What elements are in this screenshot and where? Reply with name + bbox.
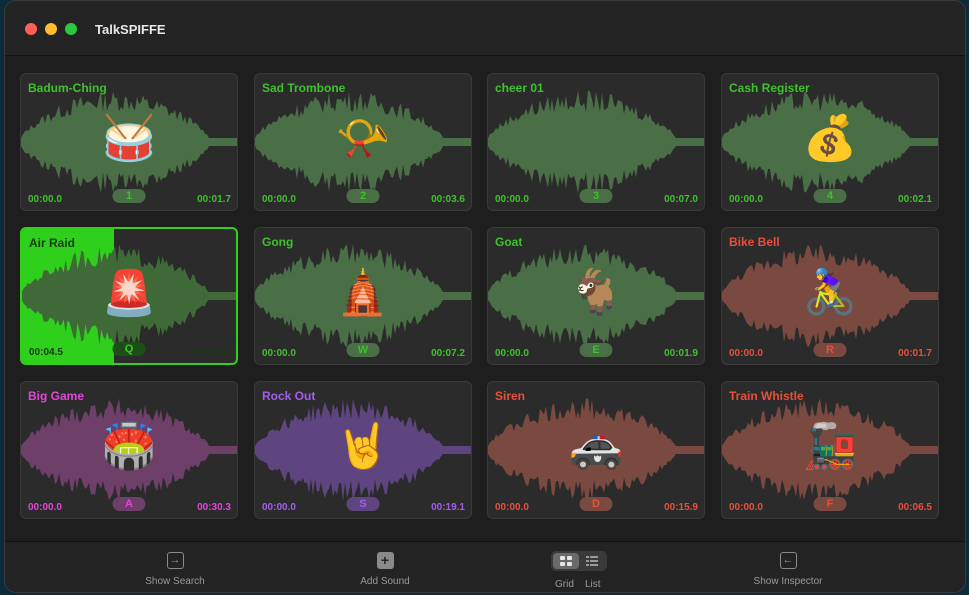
hotkey-badge: E [579,343,613,357]
sound-name: Cash Register [729,81,810,95]
cyclist-icon: 🚴‍♀️ [802,268,858,317]
hotkey-badge: 1 [112,189,146,203]
view-mode-segmented-control [551,551,607,571]
drum-icon: 🥁 [101,114,157,163]
show-search-label: Show Search [145,576,205,587]
sound-name: Badum-Ching [28,81,107,95]
horn-icon: 📯 [335,114,391,163]
title-bar: TalkSPIFFE [5,1,965,56]
duration: 00:02.1 [898,194,932,205]
sound-card[interactable]: Big Game 🏟️ 00:00.0 A 00:30.3 [20,381,238,519]
grid-label: Grid [555,579,574,590]
close-window-button[interactable] [25,23,37,35]
sound-card[interactable]: Sad Trombone 📯 00:00.0 2 00:03.6 [254,73,472,211]
gong-icon: 🛕 [335,268,391,317]
grid-view-icon [560,556,572,566]
start-time: 00:00.0 [495,194,529,205]
hotkey-badge: R [813,343,847,357]
sound-card[interactable]: Badum-Ching 🥁 00:00.0 1 00:01.7 [20,73,238,211]
sound-grid: Badum-Ching 🥁 00:00.0 1 00:01.7 Sad Trombone 📯… [5,56,965,541]
start-time: 00:04.5 [29,347,63,358]
start-time: 00:00.0 [262,502,296,513]
start-time: 00:00.0 [729,502,763,513]
list-label: List [585,579,601,590]
start-time: 00:00.0 [28,502,62,513]
hotkey-badge: S [346,497,380,511]
show-inspector-button[interactable]: ← Show Inspector [743,542,833,592]
hotkey-badge: Q [112,342,146,356]
start-time: 00:00.0 [262,348,296,359]
duration: 00:03.6 [431,194,465,205]
sound-name: Air Raid [29,236,76,250]
add-sound-label: Add Sound [360,576,410,587]
show-inspector-label: Show Inspector [753,576,823,587]
show-search-button[interactable]: → Show Search [135,542,215,592]
duration: 00:15.9 [664,502,698,513]
duration: 00:19.1 [431,502,465,513]
hotkey-badge: F [813,497,847,511]
sound-name: Big Game [28,389,85,403]
duration: 00:01.9 [664,348,698,359]
duration: 00:01.7 [898,348,932,359]
sound-card[interactable]: Gong 🛕 00:00.0 W 00:07.2 [254,227,472,365]
start-time: 00:00.0 [495,502,529,513]
sound-card[interactable]: Goat 🐐 00:00.0 E 00:01.9 [487,227,705,365]
siren-light-icon: 🚨 [101,269,157,318]
duration: 00:06.5 [898,502,932,513]
sound-name: Siren [495,389,526,403]
bottom-toolbar: → Show Search + Add Sound Grid List ← Sh… [5,541,965,592]
duration: 00:30.3 [197,502,231,513]
hotkey-badge: 4 [813,189,847,203]
sound-name: Sad Trombone [262,81,346,95]
sound-card[interactable]: Cash Register 💰 00:00.0 4 00:02.1 [721,73,939,211]
start-time: 00:00.0 [28,194,62,205]
start-time: 00:00.0 [495,348,529,359]
plus-icon: + [376,552,394,569]
minimize-window-button[interactable] [45,23,57,35]
sound-card[interactable]: cheer 01 00:00.0 3 00:07.0 [487,73,705,211]
locomotive-icon: 🚂 [802,422,858,471]
window-title: TalkSPIFFE [95,22,166,37]
duration: 00:01.7 [197,194,231,205]
rock-hand-icon: 🤘 [335,422,391,471]
hotkey-badge: 3 [579,189,613,203]
sound-name: cheer 01 [495,81,544,95]
hotkey-badge: A [112,497,146,511]
hotkey-badge: D [579,497,613,511]
sidebar-left-arrow-icon: ← [779,552,797,569]
sound-name: Goat [495,235,523,249]
stadium-icon: 🏟️ [101,422,157,471]
zoom-window-button[interactable] [65,23,77,35]
money-bag-icon: 💰 [802,114,858,163]
duration: 00:06.0 [196,347,230,358]
sound-card[interactable]: Train Whistle 🚂 00:00.0 F 00:06.5 [721,381,939,519]
sound-name: Gong [262,235,294,249]
hotkey-badge: W [346,343,380,357]
police-car-icon: 🚓 [568,422,624,471]
sound-name: Train Whistle [729,389,804,403]
sound-name: Rock Out [262,389,316,403]
duration: 00:07.2 [431,348,465,359]
sound-name: Bike Bell [729,235,780,249]
sidebar-right-arrow-icon: → [166,552,184,569]
goat-icon: 🐐 [568,268,624,317]
sound-card[interactable]: Bike Bell 🚴‍♀️ 00:00.0 R 00:01.7 [721,227,939,365]
sound-card[interactable]: Siren 🚓 00:00.0 D 00:15.9 [487,381,705,519]
start-time: 00:00.0 [262,194,296,205]
app-window: TalkSPIFFE Badum-Ching 🥁 00:00.0 1 00:01.7 Sa… [4,0,966,593]
sound-card[interactable]: Air Raid 🚨 00:04.5 Q 00:06.0 [20,227,238,365]
add-sound-button[interactable]: + Add Sound [345,542,425,592]
sound-card[interactable]: Rock Out 🤘 00:00.0 S 00:19.1 [254,381,472,519]
grid-view-button[interactable] [553,553,579,569]
hotkey-badge: 2 [346,189,380,203]
start-time: 00:00.0 [729,348,763,359]
duration: 00:07.0 [664,194,698,205]
start-time: 00:00.0 [729,194,763,205]
list-view-button[interactable] [579,553,605,569]
list-view-icon [586,556,598,566]
